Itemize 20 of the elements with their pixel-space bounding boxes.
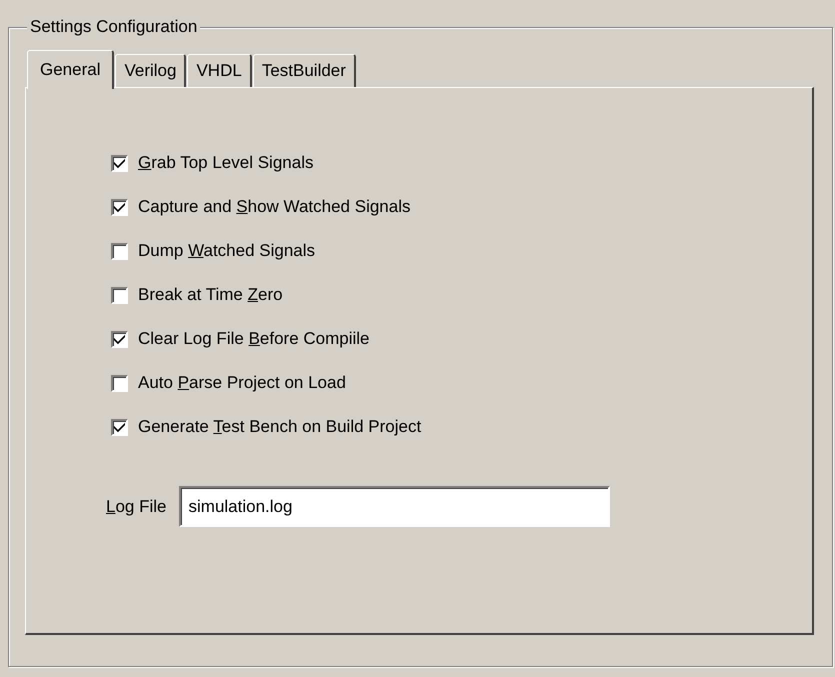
log-file-input[interactable]: simulation.log — [178, 486, 610, 527]
tab[interactable]: TestBuilder — [252, 54, 356, 87]
option-label: Clear Log File Before Compiile — [138, 328, 370, 350]
checkbox[interactable] — [111, 154, 128, 172]
tab[interactable]: General — [27, 50, 114, 89]
option-label: Auto Parse Project on Load — [138, 372, 346, 394]
option-label: Generate Test Bench on Build Project — [138, 416, 422, 438]
option-label: Dump Watched Signals — [138, 240, 316, 262]
checkbox[interactable] — [111, 286, 128, 304]
checkbox[interactable] — [111, 374, 128, 392]
checkbox[interactable] — [111, 198, 128, 216]
option-label: Grab Top Level Signals — [138, 152, 314, 174]
tab[interactable]: VHDL — [187, 54, 252, 87]
option-label: Break at Time Zero — [138, 284, 283, 306]
option-label: Capture and Show Watched Signals — [138, 196, 410, 218]
tab[interactable]: Verilog — [115, 54, 186, 87]
log-file-label: Log File — [106, 496, 166, 518]
checkbox[interactable] — [111, 330, 128, 348]
checkbox[interactable] — [111, 242, 128, 260]
checkbox[interactable] — [111, 418, 128, 436]
